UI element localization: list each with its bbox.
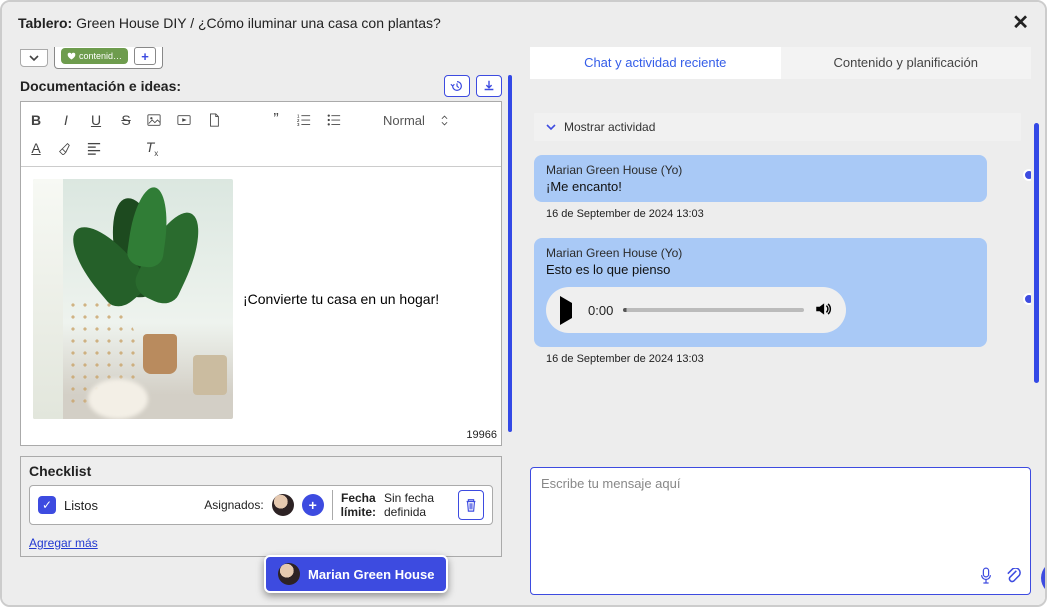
quote-icon[interactable]: ” xyxy=(267,111,285,129)
audio-progress[interactable] xyxy=(623,308,804,312)
checklist-item-label: Listos xyxy=(64,498,196,513)
history-icon[interactable] xyxy=(444,75,470,97)
play-icon[interactable] xyxy=(560,303,572,318)
presence-dot xyxy=(1023,169,1031,181)
tab-chat[interactable]: Chat y actividad reciente xyxy=(530,47,781,79)
tab-bar: Chat y actividad reciente Contenido y pl… xyxy=(530,47,1031,79)
due-value-2: definida xyxy=(384,505,450,519)
text-color-icon[interactable]: A xyxy=(27,140,45,156)
left-scrollbar[interactable] xyxy=(508,75,512,432)
modal: Tablero: Green House DIY / ¿Cómo ilumina… xyxy=(0,0,1047,607)
bullet-list-icon[interactable] xyxy=(327,113,345,127)
editor-image xyxy=(33,179,233,419)
add-tag-button[interactable]: + xyxy=(134,47,156,65)
board-label: Tablero: xyxy=(18,15,72,31)
editor-toolbar: B I U S ” 123 Normal xyxy=(21,102,501,167)
checklist-title: Checklist xyxy=(29,463,493,479)
section-doc-title: Documentación e ideas: xyxy=(20,78,181,94)
modal-header: Tablero: Green House DIY / ¿Cómo ilumina… xyxy=(2,2,1045,39)
audio-player[interactable]: 0:00 xyxy=(546,287,846,333)
download-icon[interactable] xyxy=(476,75,502,97)
left-pane: contenid… + Documentación e ideas: xyxy=(2,39,512,605)
assigned-label: Asignados: xyxy=(204,498,263,512)
due-label-2: límite: xyxy=(341,505,376,519)
msg1-time: 16 de September de 2024 13:03 xyxy=(546,208,1031,220)
right-pane: Chat y actividad reciente Contenido y pl… xyxy=(512,39,1045,605)
file-icon[interactable] xyxy=(207,113,225,127)
composer-placeholder: Escribe tu mensaje aquí xyxy=(541,476,680,491)
char-count: 19966 xyxy=(21,429,501,445)
highlight-icon[interactable] xyxy=(57,141,75,155)
editor-body[interactable]: ¡Convierte tu casa en un hogar! xyxy=(21,167,501,429)
send-button[interactable] xyxy=(1041,561,1045,595)
tooltip-name: Marian Green House xyxy=(308,567,434,582)
editor-text: ¡Convierte tu casa en un hogar! xyxy=(243,291,439,307)
msg2-sender: Marian Green House (Yo) xyxy=(546,246,975,260)
msg2-body: Esto es lo que pienso xyxy=(546,262,975,277)
board-path: Green House DIY / ¿Cómo iluminar una cas… xyxy=(72,15,441,31)
audio-time: 0:00 xyxy=(588,303,613,318)
delete-icon[interactable] xyxy=(458,490,484,520)
video-icon[interactable] xyxy=(177,113,195,127)
msg1-body: ¡Me encanto! xyxy=(546,179,975,194)
strike-icon[interactable]: S xyxy=(117,112,135,128)
image-icon[interactable] xyxy=(147,113,165,127)
chat-message-2: Marian Green House (Yo) Esto es lo que p… xyxy=(534,238,987,347)
presence-dot xyxy=(1023,293,1031,305)
msg1-sender: Marian Green House (Yo) xyxy=(546,163,975,177)
chevron-down-icon[interactable] xyxy=(20,49,48,67)
checkbox[interactable]: ✓ xyxy=(38,496,56,514)
msg2-time: 16 de September de 2024 13:03 xyxy=(546,353,1031,365)
checklist-row: ✓ Listos Asignados: + Fecha límite: Sin … xyxy=(29,485,493,525)
attachment-icon[interactable] xyxy=(1005,568,1022,588)
ordered-list-icon[interactable]: 123 xyxy=(297,113,315,127)
assignee-avatar[interactable] xyxy=(272,494,294,516)
clear-format-icon[interactable]: Tx xyxy=(143,139,161,158)
add-assignee-button[interactable]: + xyxy=(302,494,324,516)
tag-chip[interactable]: contenid… xyxy=(61,48,128,64)
align-icon[interactable] xyxy=(87,141,105,155)
close-icon[interactable]: ✕ xyxy=(1012,10,1029,35)
tooltip-avatar xyxy=(278,563,300,585)
assignee-tooltip: Marian Green House xyxy=(264,555,448,593)
checklist-panel: Checklist ✓ Listos Asignados: + Fecha lí… xyxy=(20,456,502,557)
bold-icon[interactable]: B xyxy=(27,112,45,128)
svg-text:3: 3 xyxy=(297,122,300,127)
show-activity-toggle[interactable]: Mostrar actividad xyxy=(534,113,1021,141)
speaker-icon[interactable] xyxy=(814,300,832,321)
due-value-1: Sin fecha xyxy=(384,491,450,505)
rich-text-editor[interactable]: B I U S ” 123 Normal xyxy=(20,101,502,446)
chat-message-1: Marian Green House (Yo) ¡Me encanto! xyxy=(534,155,987,202)
due-label-1: Fecha xyxy=(341,491,376,505)
add-more-link[interactable]: Agregar más xyxy=(29,536,98,550)
modal-title: Tablero: Green House DIY / ¿Cómo ilumina… xyxy=(18,15,441,31)
italic-icon[interactable]: I xyxy=(57,112,75,128)
right-scrollbar[interactable] xyxy=(1034,123,1039,383)
format-select[interactable]: Normal xyxy=(383,113,448,128)
chat-area: Mostrar actividad Marian Green House (Yo… xyxy=(530,79,1031,461)
mic-icon[interactable] xyxy=(979,567,993,588)
underline-icon[interactable]: U xyxy=(87,112,105,128)
tab-plan[interactable]: Contenido y planificación xyxy=(781,47,1032,79)
message-composer[interactable]: Escribe tu mensaje aquí xyxy=(530,467,1031,595)
